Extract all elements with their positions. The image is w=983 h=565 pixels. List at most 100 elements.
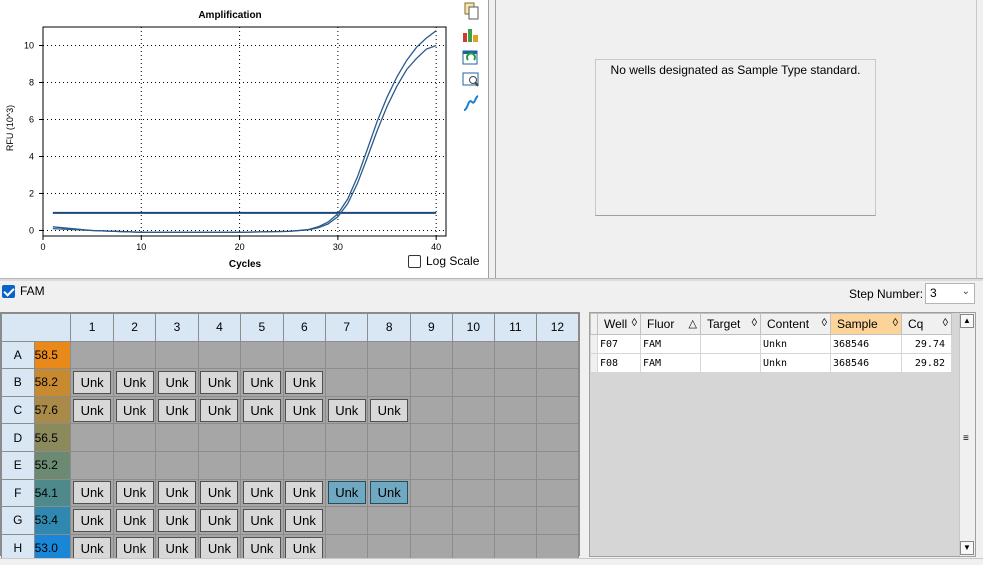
- well-sample-type[interactable]: Unk: [115, 481, 154, 505]
- plate-well[interactable]: Unk: [70, 395, 114, 425]
- well-sample-type[interactable]: Unk: [73, 481, 112, 505]
- plate-well[interactable]: [451, 506, 495, 535]
- plate-well[interactable]: Unk: [70, 368, 114, 397]
- plate-well[interactable]: [535, 450, 580, 480]
- plate-well[interactable]: [493, 478, 537, 508]
- plate-well[interactable]: [367, 450, 411, 480]
- column-header-content[interactable]: Content ◊: [760, 313, 831, 335]
- table-row[interactable]: F08 FAM Unkn 368546 29.82: [590, 353, 952, 373]
- plate-well[interactable]: [112, 340, 157, 370]
- plate-well[interactable]: [493, 506, 537, 535]
- step-number-select[interactable]: 3 ⌄: [925, 283, 975, 304]
- plate-row-header[interactable]: F: [1, 478, 35, 508]
- plate-row-header[interactable]: G: [1, 506, 35, 535]
- plate-well[interactable]: Unk: [155, 478, 199, 508]
- plate-well[interactable]: Unk: [112, 368, 157, 397]
- plate-well[interactable]: Unk: [70, 478, 114, 508]
- row-selector[interactable]: [590, 353, 598, 373]
- well-sample-type[interactable]: Unk: [115, 370, 154, 394]
- column-header-cq[interactable]: Cq ◊: [901, 313, 952, 335]
- plate-well[interactable]: [493, 395, 537, 425]
- plate-well[interactable]: [535, 506, 580, 535]
- plate-well[interactable]: [367, 506, 411, 535]
- plate-well[interactable]: [112, 450, 157, 480]
- plate-well[interactable]: Unk: [282, 368, 327, 397]
- export-chart-icon[interactable]: [462, 25, 480, 43]
- sort-icon[interactable]: ◊: [822, 317, 827, 329]
- plate-well[interactable]: [409, 395, 453, 425]
- plate-well[interactable]: [493, 450, 537, 480]
- plate-well[interactable]: [70, 450, 114, 480]
- plate-row-header[interactable]: C: [1, 395, 35, 425]
- well-sample-type[interactable]: Unk: [73, 508, 112, 532]
- plate-well[interactable]: [451, 478, 495, 508]
- plate-well[interactable]: [535, 423, 580, 452]
- column-header-target[interactable]: Target ◊: [700, 313, 761, 335]
- plate-well[interactable]: [325, 368, 369, 397]
- well-sample-type[interactable]: Unk: [158, 481, 196, 505]
- well-sample-type[interactable]: Unk: [285, 370, 324, 394]
- plate-well[interactable]: Unk: [325, 395, 369, 425]
- plate-well[interactable]: [112, 423, 157, 452]
- well-sample-type[interactable]: Unk: [158, 398, 196, 422]
- plate-well[interactable]: [535, 478, 580, 508]
- plate-row-header[interactable]: D: [1, 423, 35, 452]
- table-cell[interactable]: [700, 334, 761, 354]
- plate-well[interactable]: [409, 423, 453, 452]
- plate-well[interactable]: [493, 340, 537, 370]
- vertical-splitter[interactable]: [488, 0, 496, 278]
- well-sample-type[interactable]: Unk: [242, 398, 281, 422]
- plate-well[interactable]: Unk: [155, 395, 199, 425]
- plate-well[interactable]: [409, 368, 453, 397]
- plate-well[interactable]: [325, 423, 369, 452]
- plate-well[interactable]: [451, 368, 495, 397]
- plate-well[interactable]: [367, 423, 411, 452]
- scroll-down-button[interactable]: ▼: [960, 541, 974, 555]
- sort-icon[interactable]: ◊: [893, 317, 898, 329]
- zoom-chart-icon[interactable]: [462, 71, 480, 89]
- table-cell[interactable]: F07: [597, 334, 641, 354]
- plate-row-header[interactable]: E: [1, 450, 35, 480]
- table-cell[interactable]: F08: [597, 353, 641, 373]
- plate-well[interactable]: Unk: [240, 478, 284, 508]
- well-sample-type[interactable]: Unk: [242, 370, 281, 394]
- plate-well[interactable]: Unk: [282, 478, 327, 508]
- plate-column-header[interactable]: 7: [325, 313, 369, 342]
- plate-well[interactable]: Unk: [197, 368, 242, 397]
- plate-well[interactable]: Unk: [240, 368, 284, 397]
- plate-well[interactable]: [325, 340, 369, 370]
- well-sample-type[interactable]: Unk: [242, 508, 281, 532]
- plate-row-header[interactable]: B: [1, 368, 35, 397]
- well-sample-type[interactable]: Unk: [200, 370, 239, 394]
- column-header-well[interactable]: Well ◊: [597, 313, 641, 335]
- well-sample-type[interactable]: Unk: [73, 370, 112, 394]
- plate-well[interactable]: [409, 450, 453, 480]
- sort-icon[interactable]: ◊: [752, 317, 757, 329]
- plate-well[interactable]: [367, 368, 411, 397]
- plate-column-header[interactable]: 6: [282, 313, 327, 342]
- plate-well[interactable]: [282, 423, 327, 452]
- plate-well[interactable]: [409, 478, 453, 508]
- well-sample-type[interactable]: Unk: [73, 398, 112, 422]
- plate-well[interactable]: [535, 395, 580, 425]
- well-sample-type[interactable]: Unk: [285, 508, 324, 532]
- fam-checkbox[interactable]: [2, 284, 15, 298]
- copy-icon[interactable]: [462, 2, 480, 20]
- table-cell[interactable]: 29.74: [901, 334, 952, 354]
- plate-well[interactable]: [197, 423, 242, 452]
- plate-column-header[interactable]: 11: [493, 313, 537, 342]
- plate-column-header[interactable]: 3: [155, 313, 199, 342]
- plate-well[interactable]: [155, 340, 199, 370]
- well-sample-type[interactable]: Unk: [200, 481, 239, 505]
- table-cell[interactable]: 368546: [830, 353, 902, 373]
- well-sample-type[interactable]: Unk: [285, 481, 324, 505]
- well-sample-type[interactable]: Unk: [158, 508, 196, 532]
- well-sample-type[interactable]: Unk: [115, 536, 154, 560]
- plate-well[interactable]: [451, 395, 495, 425]
- well-sample-type[interactable]: Unk: [327, 398, 366, 422]
- plate-well[interactable]: [240, 340, 284, 370]
- table-cell[interactable]: 368546: [830, 334, 902, 354]
- plate-column-header[interactable]: 9: [409, 313, 453, 342]
- plate-well[interactable]: Unk: [282, 506, 327, 535]
- plate-well[interactable]: [409, 506, 453, 535]
